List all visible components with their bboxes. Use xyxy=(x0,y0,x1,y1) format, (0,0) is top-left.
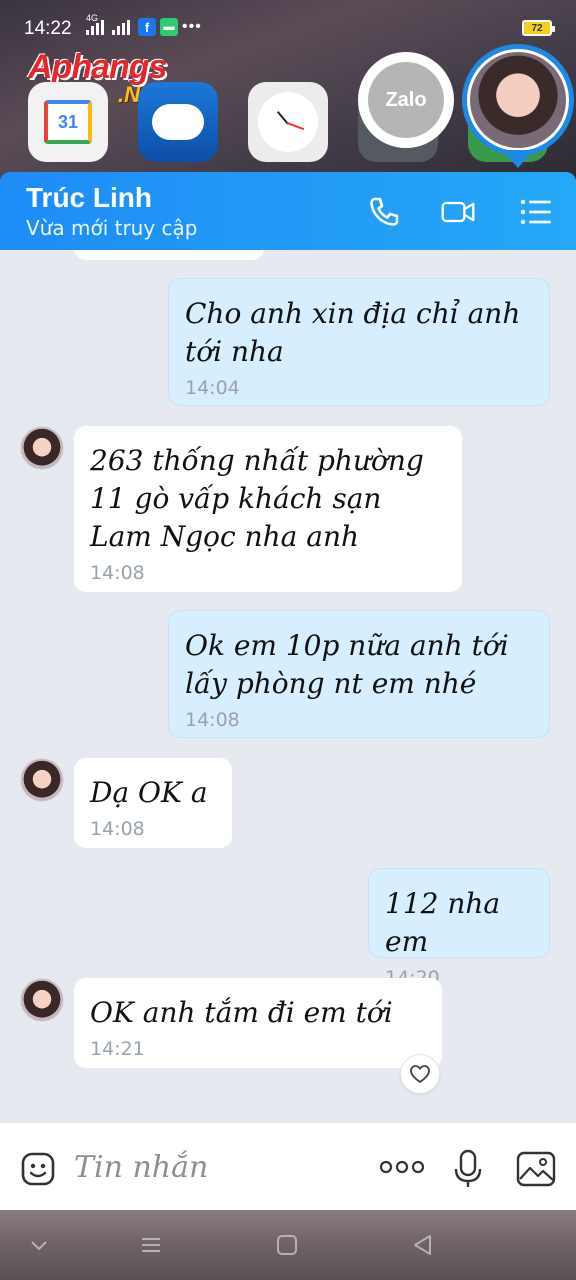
contact-avatar[interactable] xyxy=(20,426,64,470)
message-bubble-outgoing[interactable]: Ok em 10p nữa anh tới lấy phòng nt em nh… xyxy=(168,610,550,738)
phone-icon[interactable] xyxy=(366,194,402,230)
emoji-icon[interactable] xyxy=(20,1151,56,1187)
avatar-image xyxy=(470,52,566,148)
battery-icon: 72 xyxy=(522,20,555,36)
image-icon[interactable] xyxy=(516,1151,556,1187)
chat-head-avatar[interactable] xyxy=(462,44,574,156)
chat-head-pointer xyxy=(502,150,534,168)
facebook-notification-icon: f xyxy=(138,18,156,36)
message-text: Cho anh xin địa chỉ anh tới nha xyxy=(185,297,521,368)
home-icon[interactable] xyxy=(274,1232,300,1258)
back-icon[interactable] xyxy=(410,1232,436,1258)
more-notifications-icon: ••• xyxy=(182,18,202,35)
message-text: OK anh tắm đi em tới xyxy=(90,996,393,1029)
weather-app-icon[interactable] xyxy=(138,82,218,162)
message-bubble-incoming[interactable]: OK anh tắm đi em tới 14:21 xyxy=(74,978,442,1068)
contact-avatar[interactable] xyxy=(20,978,64,1022)
calendar-day: 31 xyxy=(44,100,92,144)
clock-app-icon[interactable] xyxy=(248,82,328,162)
chat-message-list[interactable]: Cho anh xin địa chỉ anh tới nha 14:04 26… xyxy=(0,250,576,1122)
contact-name[interactable]: Trúc Linh xyxy=(26,182,152,214)
message-time: 14:08 xyxy=(90,818,145,840)
message-notification-icon: ▬ xyxy=(160,18,178,36)
message-input-bar xyxy=(0,1122,576,1210)
message-bubble-outgoing[interactable]: Cho anh xin địa chỉ anh tới nha 14:04 xyxy=(168,278,550,406)
signal-icon-2 xyxy=(112,19,134,35)
message-text: Dạ OK a xyxy=(90,776,208,809)
chevron-down-icon[interactable] xyxy=(26,1232,52,1258)
contact-avatar[interactable] xyxy=(20,758,64,802)
calendar-app-icon[interactable]: 31 xyxy=(28,82,108,162)
video-call-icon[interactable] xyxy=(440,194,476,230)
message-bubble-incoming[interactable]: Dạ OK a 14:08 xyxy=(74,758,232,848)
network-type: 4G xyxy=(86,13,99,23)
message-time: 14:08 xyxy=(90,562,145,584)
cloud-icon xyxy=(152,104,204,140)
message-input[interactable] xyxy=(74,1147,354,1187)
chat-header: Trúc Linh Vừa mới truy cập xyxy=(0,172,576,250)
more-options-icon[interactable] xyxy=(378,1157,426,1177)
system-navigation-bar xyxy=(0,1210,576,1280)
message-text: 263 thống nhất phường 11 gò vấp khách sạ… xyxy=(90,444,424,553)
status-icons: 4G f ▬ ••• xyxy=(86,13,202,36)
message-text: 112 nha em xyxy=(385,887,501,958)
message-bubble-incoming[interactable]: 263 thống nhất phường 11 gò vấp khách sạ… xyxy=(74,426,462,592)
zalo-bubble-button[interactable]: Zalo xyxy=(358,52,454,148)
message-time: 14:08 xyxy=(185,709,240,731)
message-time: 14:21 xyxy=(90,1038,145,1060)
react-heart-button[interactable] xyxy=(400,1054,440,1094)
message-time: 14:04 xyxy=(185,377,240,399)
message-text: Ok em 10p nữa anh tới lấy phòng nt em nh… xyxy=(185,629,509,700)
message-bubble-outgoing[interactable]: 112 nha em 14:20 xyxy=(368,868,550,989)
zalo-label: Zalo xyxy=(368,62,444,138)
contact-status: Vừa mới truy cập xyxy=(26,216,198,240)
signal-icon: 4G xyxy=(86,13,108,35)
previous-message-bubble xyxy=(74,250,264,260)
microphone-icon[interactable] xyxy=(452,1149,484,1189)
status-time: 14:22 xyxy=(24,18,72,39)
heart-icon xyxy=(410,1065,430,1083)
watermark-brand: Aphangs xyxy=(28,48,167,86)
menu-icon[interactable] xyxy=(518,194,554,230)
menu-icon[interactable] xyxy=(138,1232,164,1258)
